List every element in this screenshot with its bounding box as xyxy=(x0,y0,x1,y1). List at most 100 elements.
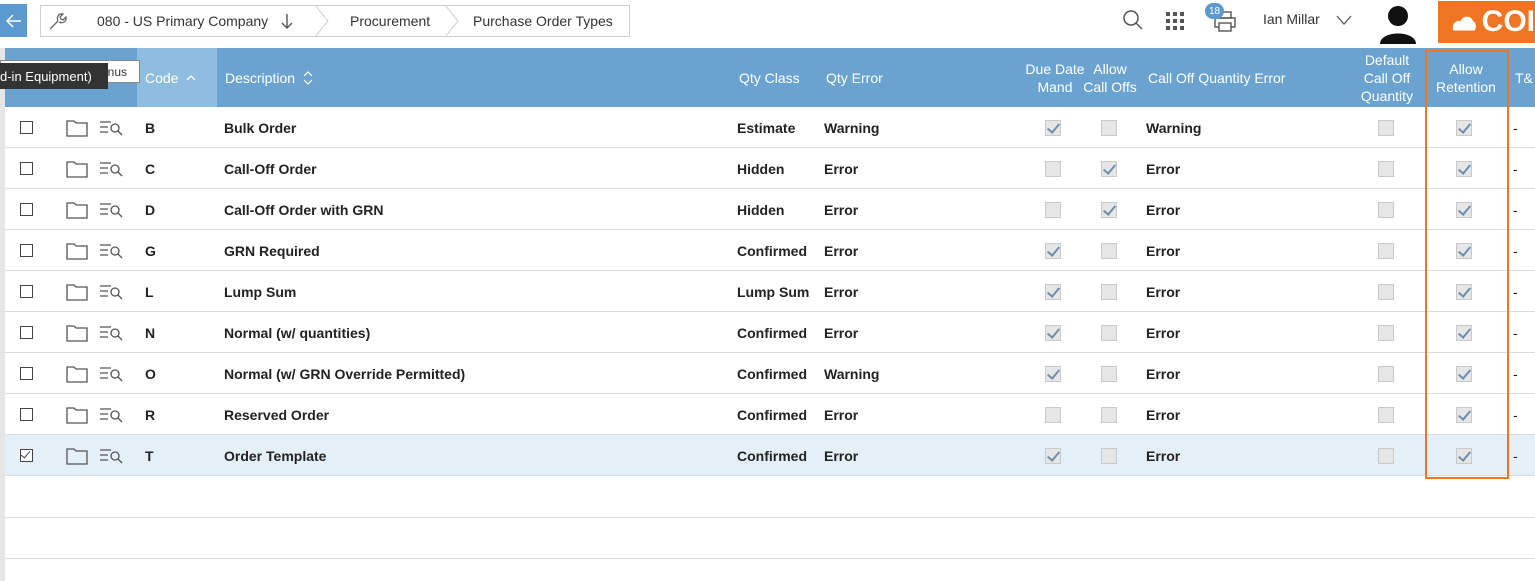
cell-code: L xyxy=(145,283,154,300)
cell-default-call-off-qty-checkbox[interactable] xyxy=(1378,189,1394,230)
cell-call-off-qty-error: Error xyxy=(1146,160,1181,177)
cell-default-call-off-qty-checkbox[interactable] xyxy=(1378,148,1394,189)
folder-icon[interactable] xyxy=(66,148,88,189)
table-row[interactable]: L Lump Sum Lump Sum Error Error - xyxy=(5,271,1535,312)
row-select-checkbox[interactable] xyxy=(20,394,33,435)
search-icon[interactable] xyxy=(1122,9,1144,31)
cell-qty-error: Error xyxy=(824,160,859,177)
details-icon[interactable] xyxy=(99,230,123,271)
cell-call-off-qty-error: Warning xyxy=(1146,119,1202,136)
cell-allow-retention-checkbox[interactable] xyxy=(1456,148,1472,189)
table-row[interactable]: B Bulk Order Estimate Warning Warning - xyxy=(5,107,1535,148)
apps-grid-icon[interactable] xyxy=(1166,12,1185,31)
cell-allow-retention-checkbox[interactable] xyxy=(1456,271,1472,312)
column-header-description-label: Description xyxy=(225,69,296,86)
cell-default-call-off-qty-checkbox[interactable] xyxy=(1378,435,1394,476)
arrow-down-icon[interactable] xyxy=(280,13,294,29)
cell-due-date-mand-checkbox[interactable] xyxy=(1045,148,1061,189)
tools-button[interactable] xyxy=(40,5,73,37)
details-icon[interactable] xyxy=(99,189,123,230)
column-header-qty-class[interactable]: Qty Class xyxy=(717,48,825,107)
cell-allow-retention-checkbox[interactable] xyxy=(1456,189,1472,230)
cell-allow-retention-checkbox[interactable] xyxy=(1456,107,1472,148)
table-row[interactable]: O Normal (w/ GRN Override Permitted) Confi… xyxy=(5,353,1535,394)
table-row[interactable]: N Normal (w/ quantities) Confirmed Error Err… xyxy=(5,312,1535,353)
cell-qty-class: Confirmed xyxy=(737,406,807,423)
table-row[interactable]: R Reserved Order Confirmed Error Error - xyxy=(5,394,1535,435)
column-header-allow-call-offs[interactable]: Allow Call Offs xyxy=(1083,48,1137,107)
cell-allow-call-offs-checkbox[interactable] xyxy=(1101,230,1117,271)
row-select-checkbox[interactable] xyxy=(20,435,33,476)
cell-default-call-off-qty-checkbox[interactable] xyxy=(1378,353,1394,394)
cell-allow-call-offs-checkbox[interactable] xyxy=(1101,312,1117,353)
folder-icon[interactable] xyxy=(66,353,88,394)
cell-due-date-mand-checkbox[interactable] xyxy=(1045,394,1061,435)
folder-icon[interactable] xyxy=(66,189,88,230)
cell-due-date-mand-checkbox[interactable] xyxy=(1045,189,1061,230)
cell-due-date-mand-checkbox[interactable] xyxy=(1045,435,1061,476)
user-menu[interactable]: Ian Millar xyxy=(1263,11,1352,27)
column-header-allow-retention[interactable]: Allow Retention xyxy=(1426,48,1506,107)
cell-allow-call-offs-checkbox[interactable] xyxy=(1101,271,1117,312)
row-select-checkbox[interactable] xyxy=(20,271,33,312)
folder-icon[interactable] xyxy=(66,230,88,271)
column-header-call-off-qty-error[interactable]: Call Off Quantity Error xyxy=(1140,48,1355,107)
row-select-checkbox[interactable] xyxy=(20,312,33,353)
cell-due-date-mand-checkbox[interactable] xyxy=(1045,271,1061,312)
table-row[interactable]: G GRN Required Confirmed Error Error - xyxy=(5,230,1535,271)
cell-due-date-mand-checkbox[interactable] xyxy=(1045,353,1061,394)
cell-allow-retention-checkbox[interactable] xyxy=(1456,353,1472,394)
table-row[interactable]: T Order Template Confirmed Error Error - xyxy=(5,435,1535,476)
row-select-checkbox[interactable] xyxy=(20,353,33,394)
details-icon[interactable] xyxy=(99,353,123,394)
details-icon[interactable] xyxy=(99,271,123,312)
column-header-code[interactable]: Code xyxy=(137,48,217,107)
column-header-due-date-mand[interactable]: Due Date Mand xyxy=(1025,48,1085,107)
cell-call-off-qty-error: Error xyxy=(1146,365,1181,382)
column-header-tc[interactable]: T& xyxy=(1513,48,1535,107)
breadcrumb-company[interactable]: 080 - US Primary Company xyxy=(73,5,323,37)
cell-allow-retention-checkbox[interactable] xyxy=(1456,435,1472,476)
breadcrumb-procurement[interactable]: Procurement xyxy=(323,5,453,37)
cell-default-call-off-qty-checkbox[interactable] xyxy=(1378,107,1394,148)
cell-allow-retention-checkbox[interactable] xyxy=(1456,312,1472,353)
cell-allow-call-offs-checkbox[interactable] xyxy=(1101,435,1117,476)
table-row[interactable]: D Call-Off Order with GRN Hidden Error Error… xyxy=(5,189,1535,230)
folder-icon[interactable] xyxy=(66,435,88,476)
cell-allow-retention-checkbox[interactable] xyxy=(1456,394,1472,435)
avatar[interactable] xyxy=(1376,2,1420,44)
back-button[interactable] xyxy=(0,4,27,37)
row-select-checkbox[interactable] xyxy=(20,107,33,148)
cell-allow-call-offs-checkbox[interactable] xyxy=(1101,107,1117,148)
folder-icon[interactable] xyxy=(66,312,88,353)
folder-icon[interactable] xyxy=(66,271,88,312)
breadcrumb-purchase-order-types[interactable]: Purchase Order Types xyxy=(453,5,630,37)
chevron-down-icon xyxy=(1336,15,1352,26)
cell-due-date-mand-checkbox[interactable] xyxy=(1045,312,1061,353)
cell-due-date-mand-checkbox[interactable] xyxy=(1045,230,1061,271)
cell-default-call-off-qty-checkbox[interactable] xyxy=(1378,312,1394,353)
column-header-default-call-off-qty[interactable]: Default Call Off Quantity xyxy=(1351,48,1423,107)
cell-due-date-mand-checkbox[interactable] xyxy=(1045,107,1061,148)
details-icon[interactable] xyxy=(99,394,123,435)
details-icon[interactable] xyxy=(99,435,123,476)
row-select-checkbox[interactable] xyxy=(20,148,33,189)
details-icon[interactable] xyxy=(99,312,123,353)
table-row[interactable]: C Call-Off Order Hidden Error Error - xyxy=(5,148,1535,189)
cell-allow-call-offs-checkbox[interactable] xyxy=(1101,353,1117,394)
folder-icon[interactable] xyxy=(66,394,88,435)
folder-icon[interactable] xyxy=(66,107,88,148)
details-icon[interactable] xyxy=(99,107,123,148)
cell-default-call-off-qty-checkbox[interactable] xyxy=(1378,394,1394,435)
cell-allow-call-offs-checkbox[interactable] xyxy=(1101,148,1117,189)
row-select-checkbox[interactable] xyxy=(20,189,33,230)
cell-allow-call-offs-checkbox[interactable] xyxy=(1101,189,1117,230)
row-select-checkbox[interactable] xyxy=(20,230,33,271)
column-header-qty-error[interactable]: Qty Error xyxy=(817,48,1027,107)
cell-allow-retention-checkbox[interactable] xyxy=(1456,230,1472,271)
details-icon[interactable] xyxy=(99,148,123,189)
column-header-description[interactable]: Description xyxy=(217,48,717,107)
cell-default-call-off-qty-checkbox[interactable] xyxy=(1378,230,1394,271)
cell-default-call-off-qty-checkbox[interactable] xyxy=(1378,271,1394,312)
cell-allow-call-offs-checkbox[interactable] xyxy=(1101,394,1117,435)
